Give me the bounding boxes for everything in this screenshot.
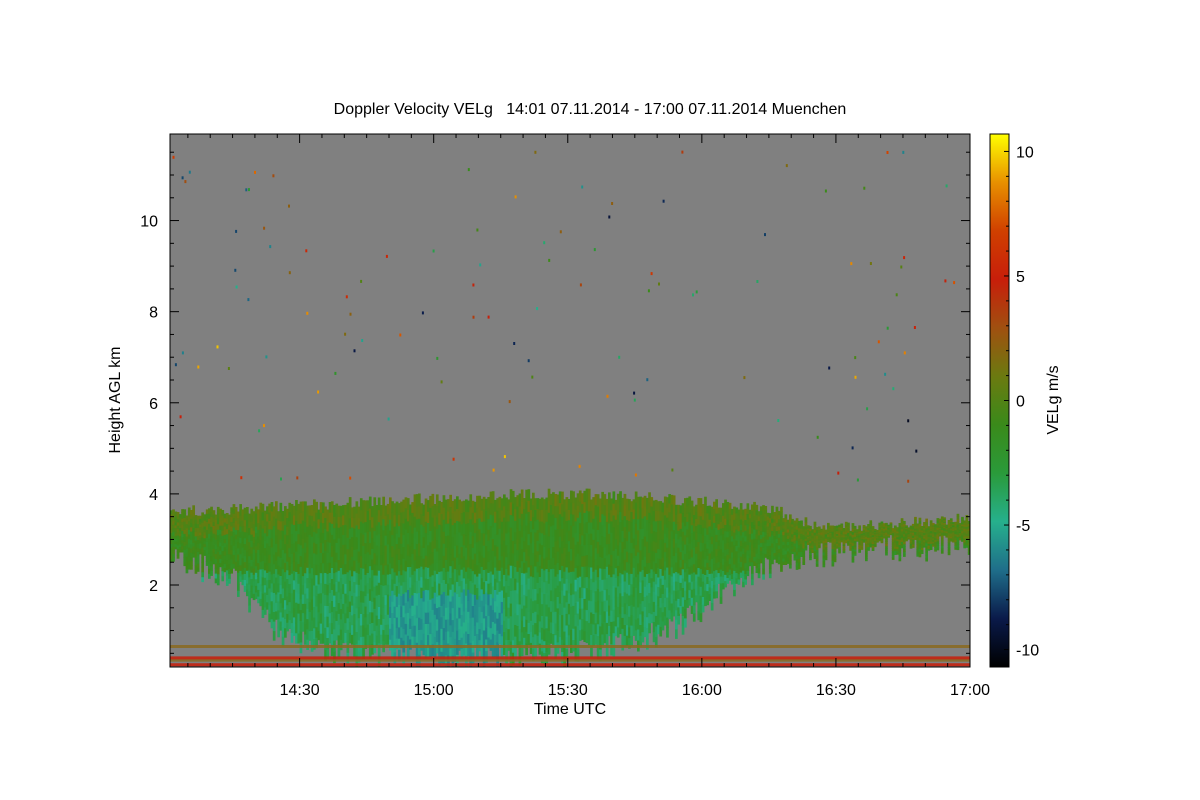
colorbar-tick-label: -10: [1016, 643, 1039, 660]
x-tick-label: 17:00: [950, 682, 990, 699]
colorbar-tick-label: 10: [1016, 144, 1034, 161]
colorbar-tick-label: 0: [1016, 394, 1025, 411]
y-axis-label: Height AGL km: [107, 346, 124, 453]
chart-title: Doppler Velocity VELg 14:01 07.11.2014 -…: [334, 101, 847, 118]
x-tick-label: 16:30: [816, 682, 856, 699]
colorbar-tick-label: -5: [1016, 518, 1030, 535]
y-tick-label: 2: [149, 578, 158, 595]
x-tick-label: 15:00: [414, 682, 454, 699]
y-tick-label: 4: [149, 487, 158, 504]
y-tick-label: 6: [149, 396, 158, 413]
x-tick-label: 16:00: [682, 682, 722, 699]
x-axis-label: Time UTC: [534, 701, 606, 718]
surface-layer: [170, 663, 970, 667]
surface-layer: [170, 656, 970, 660]
colorbar-tick-label: 5: [1016, 269, 1025, 286]
doppler-velocity-chart: Doppler Velocity VELg 14:01 07.11.2014 -…: [107, 101, 1062, 718]
surface-layer: [170, 645, 970, 648]
x-tick-label: 14:30: [280, 682, 320, 699]
colorbar-label: VELg m/s: [1045, 365, 1062, 434]
y-tick-label: 8: [149, 305, 158, 322]
y-tick-label: 10: [140, 214, 158, 231]
x-tick-label: 15:30: [548, 682, 588, 699]
